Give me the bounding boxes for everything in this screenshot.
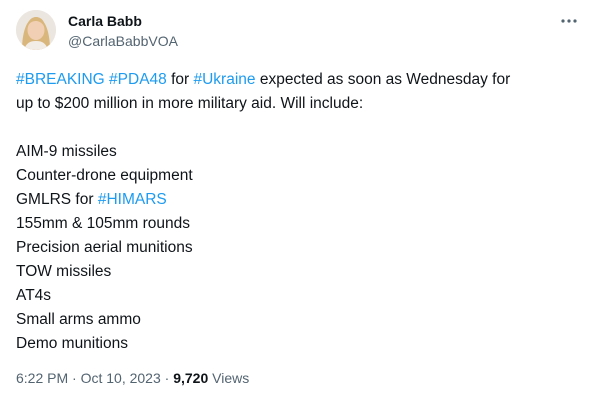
tweet-meta: 6:22 PM · Oct 10, 2023 · 9,720 Views bbox=[16, 369, 249, 387]
list-item: Counter-drone equipment bbox=[16, 167, 193, 184]
text-segment: for bbox=[166, 71, 194, 88]
hashtag-ukraine[interactable]: #Ukraine bbox=[193, 71, 255, 88]
separator-dot: · bbox=[160, 370, 174, 386]
hashtag-breaking[interactable]: #BREAKING bbox=[16, 71, 105, 88]
list-item: 155mm & 105mm rounds bbox=[16, 215, 191, 232]
tweet-line: #BREAKING #PDA48 for #Ukraine expected a… bbox=[16, 68, 581, 92]
avatar-image bbox=[16, 10, 56, 50]
list-item: AT4s bbox=[16, 287, 52, 304]
more-options-button[interactable] bbox=[559, 12, 579, 30]
tweet-header: Carla Babb @CarlaBabbVOA bbox=[16, 10, 579, 54]
tweet-time[interactable]: 6:22 PM bbox=[16, 370, 68, 386]
tweet-card: Carla Babb @CarlaBabbVOA #BREAKING #PDA4… bbox=[0, 0, 591, 400]
tweet-date[interactable]: Oct 10, 2023 bbox=[81, 370, 161, 386]
list-item: GMLRS for #HIMARS bbox=[16, 188, 581, 212]
views-label: Views bbox=[208, 370, 250, 386]
text-segment: GMLRS for bbox=[16, 191, 98, 208]
hashtag-himars[interactable]: #HIMARS bbox=[98, 191, 167, 208]
list-item: AIM-9 missiles bbox=[16, 143, 117, 160]
list-item: Demo munitions bbox=[16, 335, 128, 352]
author-display-name[interactable]: Carla Babb bbox=[68, 12, 178, 30]
author-names: Carla Babb @CarlaBabbVOA bbox=[68, 12, 178, 50]
views-count: 9,720 bbox=[173, 370, 209, 386]
list-item: Precision aerial munitions bbox=[16, 239, 193, 256]
hashtag-pda48[interactable]: #PDA48 bbox=[109, 71, 167, 88]
tweet-text: #BREAKING #PDA48 for #Ukraine expected a… bbox=[16, 68, 581, 356]
more-horizontal-icon bbox=[561, 19, 577, 23]
text-segment: expected as soon as Wednesday for bbox=[255, 71, 511, 88]
list-item: Small arms ammo bbox=[16, 311, 141, 328]
tweet-line: up to $200 million in more military aid.… bbox=[16, 95, 364, 112]
list-item: TOW missiles bbox=[16, 263, 112, 280]
avatar[interactable] bbox=[16, 10, 56, 50]
separator-dot: · bbox=[68, 370, 81, 386]
author-handle[interactable]: @CarlaBabbVOA bbox=[68, 32, 178, 50]
